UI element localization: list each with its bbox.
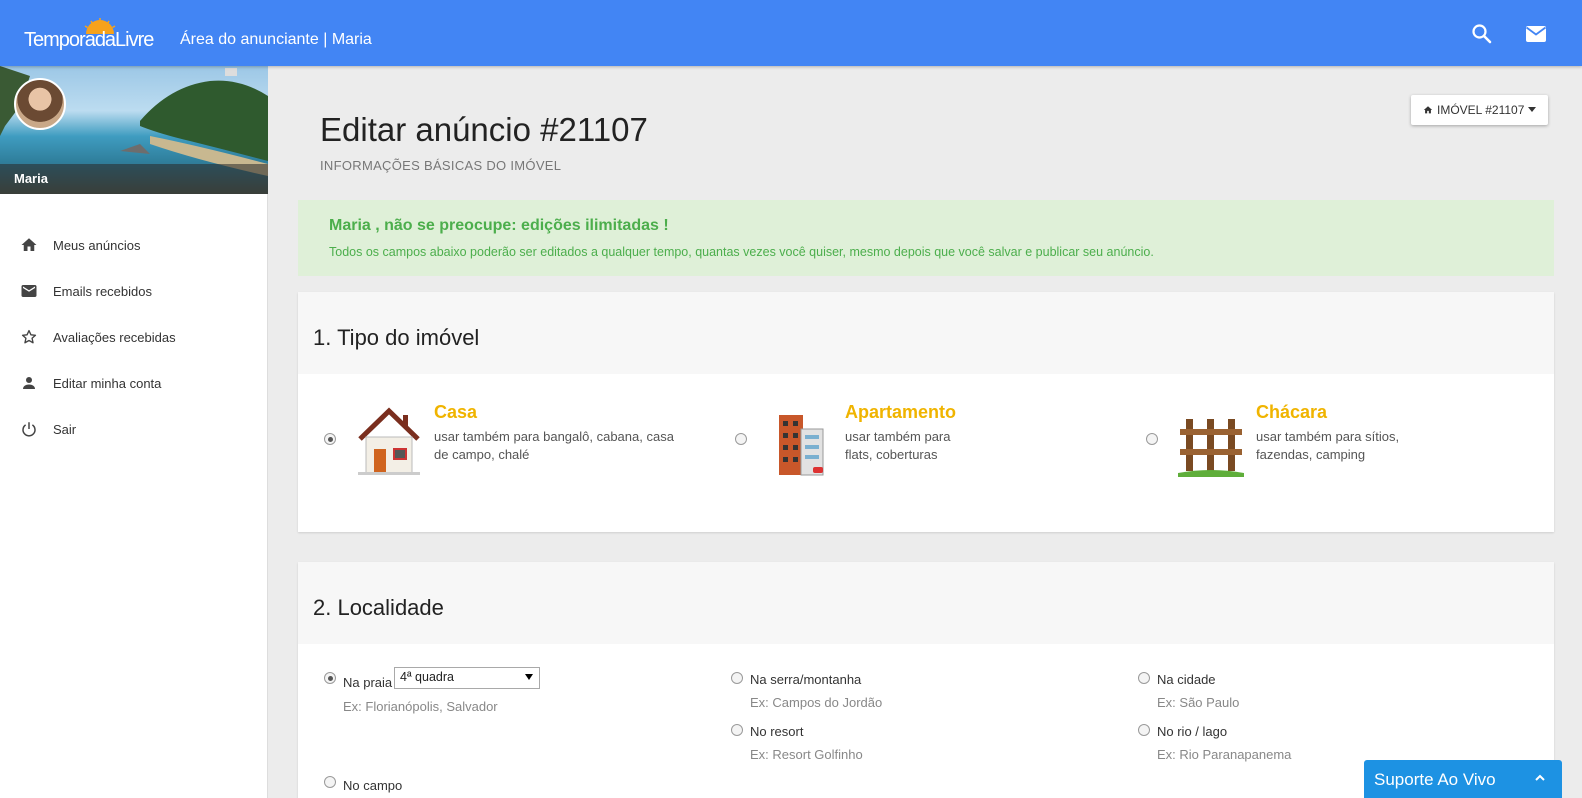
radio-rio-lago[interactable] <box>1138 724 1150 736</box>
caret-down-icon <box>525 674 533 680</box>
section-title: 2. Localidade <box>313 595 444 620</box>
type-name: Casa <box>434 402 478 422</box>
home-icon <box>1423 106 1433 114</box>
page-subtitle: INFORMAÇÕES BÁSICAS DO IMÓVEL <box>320 158 562 173</box>
search-icon[interactable] <box>1470 22 1494 46</box>
location-example: Ex: Campos do Jordão <box>750 695 883 710</box>
type-desc: usar também para bangalô, cabana, casa d… <box>434 429 674 462</box>
radio-resort[interactable] <box>731 724 743 736</box>
type-desc: usar também para sítios, fazendas, campi… <box>1256 429 1400 462</box>
sidebar-item-editar-conta[interactable]: Editar minha conta <box>0 360 267 406</box>
radio-praia[interactable] <box>324 672 336 684</box>
top-bar: TemporadaLivre Área do anunciante | Mari… <box>0 0 1582 66</box>
type-option-chacara[interactable]: Chácara usar também para sítios, fazenda… <box>1146 400 1546 490</box>
alert-title: Maria , não se preocupe: edições ilimita… <box>329 217 669 234</box>
sidebar-item-avaliacoes[interactable]: Avaliações recebidas <box>0 314 267 360</box>
logo-text: TemporadaLivre <box>24 29 154 51</box>
avatar <box>14 78 66 130</box>
location-example: Ex: Florianópolis, Salvador <box>343 699 498 714</box>
select-value: 4ª quadra <box>400 670 454 684</box>
fence-icon <box>1178 419 1244 477</box>
sidebar-item-label: Emails recebidos <box>53 283 152 299</box>
profile-cover: Maria <box>0 66 268 194</box>
location-label: Na praia <box>343 675 393 690</box>
alert-text: Todos os campos abaixo poderão ser edita… <box>329 245 1154 259</box>
type-option-apartamento[interactable]: Apartamento usar também para flats, cobe… <box>735 400 1135 490</box>
app-title: Área do anunciante | Maria <box>180 31 372 48</box>
location-label: Na cidade <box>1157 672 1216 687</box>
apartment-building-icon <box>779 415 824 476</box>
property-dropdown-button[interactable]: IMÓVEL #21107 <box>1411 95 1549 125</box>
support-label: Suporte Ao Vivo <box>1374 770 1496 789</box>
house-icon <box>358 407 420 475</box>
location-label: No campo <box>343 778 403 793</box>
sidebar-item-sair[interactable]: Sair <box>0 406 267 452</box>
type-desc: usar também para flats, coberturas <box>845 429 951 462</box>
mail-icon <box>21 285 37 297</box>
location-label: No rio / lago <box>1157 724 1228 739</box>
radio-chacara[interactable] <box>1146 433 1158 445</box>
live-support-button[interactable]: Suporte Ao Vivo <box>1364 760 1562 798</box>
location-example: Ex: São Paulo <box>1157 695 1240 710</box>
radio-campo[interactable] <box>324 776 336 788</box>
mail-icon[interactable] <box>1524 22 1548 46</box>
info-alert: Maria , não se preocupe: edições ilimita… <box>298 200 1554 276</box>
section-title: 1. Tipo do imóvel <box>313 325 480 350</box>
sidebar-item-label: Sair <box>53 421 77 437</box>
type-option-casa[interactable]: Casa usar também para bangalô, cabana, c… <box>324 400 724 490</box>
radio-apartamento[interactable] <box>735 433 747 445</box>
chevron-up-icon <box>1535 774 1545 781</box>
radio-cidade[interactable] <box>1138 672 1150 684</box>
home-icon <box>21 238 37 251</box>
location-example: Ex: Rio Paranapanema <box>1157 747 1292 762</box>
sidebar-item-emails[interactable]: Emails recebidos <box>0 268 267 314</box>
location-example: Ex: Resort Golfinho <box>750 747 863 762</box>
sidebar-item-label: Meus anúncios <box>53 237 141 253</box>
property-button-label: IMÓVEL #21107 <box>1437 103 1525 117</box>
sidebar-item-meus-anuncios[interactable]: Meus anúncios <box>0 222 267 268</box>
type-name: Apartamento <box>845 402 957 422</box>
person-icon <box>23 377 35 389</box>
location-label: No resort <box>750 724 804 739</box>
user-name: Maria <box>14 171 48 186</box>
sidebar-item-label: Avaliações recebidas <box>53 329 176 345</box>
sidebar-menu: Meus anúncios Emails recebidos Avaliaçõe… <box>0 222 267 452</box>
property-type-card: 1. Tipo do imóvel Casa usar também para … <box>298 292 1554 532</box>
caret-down-icon <box>1528 107 1537 112</box>
location-label: Na serra/montanha <box>750 672 862 687</box>
power-icon <box>22 422 36 437</box>
sidebar-item-label: Editar minha conta <box>53 375 162 391</box>
page-title: Editar anúncio #21107 <box>320 111 648 148</box>
radio-casa[interactable] <box>324 433 336 445</box>
radio-serra[interactable] <box>731 672 743 684</box>
star-icon <box>21 329 37 344</box>
sidebar: Maria Meus anúncios Emails recebidos Ava… <box>0 66 268 798</box>
quadra-select[interactable]: 4ª quadra <box>394 667 540 689</box>
type-name: Chácara <box>1256 402 1328 422</box>
